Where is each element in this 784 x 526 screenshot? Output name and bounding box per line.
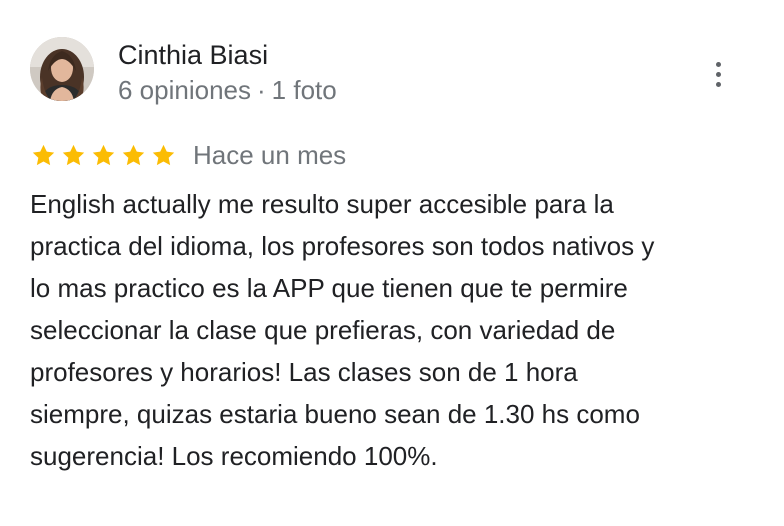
more-vert-icon-dot <box>715 71 721 77</box>
star-icon <box>62 144 85 165</box>
photos-count[interactable]: 1 foto <box>272 75 337 105</box>
star-icon <box>32 144 55 165</box>
review-text-line: English actually me resulto super accesi… <box>30 189 614 219</box>
review-text-line: practica del idioma, los profesores son … <box>30 231 655 261</box>
review-text-line: sugerencia! Los recomiendo 100%. <box>30 441 438 471</box>
review-text: English actually me resulto super accesi… <box>30 183 750 477</box>
review-card: Cinthia Biasi 6 opiniones · 1 foto Hace un… <box>0 0 784 526</box>
more-vert-icon-dot <box>715 81 721 87</box>
avatar-photo <box>30 37 94 101</box>
more-vert-icon <box>715 61 721 67</box>
meta-separator: · <box>257 75 266 105</box>
review-date: Hace un mes <box>193 140 347 170</box>
rating-row: Hace un mes <box>30 138 346 172</box>
star-icon <box>122 144 145 165</box>
reviews-count[interactable]: 6 opiniones <box>118 75 251 105</box>
star-icon <box>152 144 175 165</box>
star-icon <box>92 144 115 165</box>
review-text-line: seleccionar la clase que prefieras, con … <box>30 315 616 345</box>
review-text-line: lo mas practico es la APP que tienen que… <box>30 273 628 303</box>
avatar[interactable] <box>30 37 94 101</box>
review-text-line: siempre, quizas estaria bueno sean de 1.… <box>30 399 640 429</box>
review-text-line: profesores y horarios! Las clases son de… <box>30 357 578 387</box>
star-rating <box>30 142 177 169</box>
reviewer-meta: 6 opiniones · 1 foto <box>118 73 337 107</box>
reviewer-name[interactable]: Cinthia Biasi <box>118 38 268 72</box>
more-options-button[interactable] <box>704 54 732 94</box>
